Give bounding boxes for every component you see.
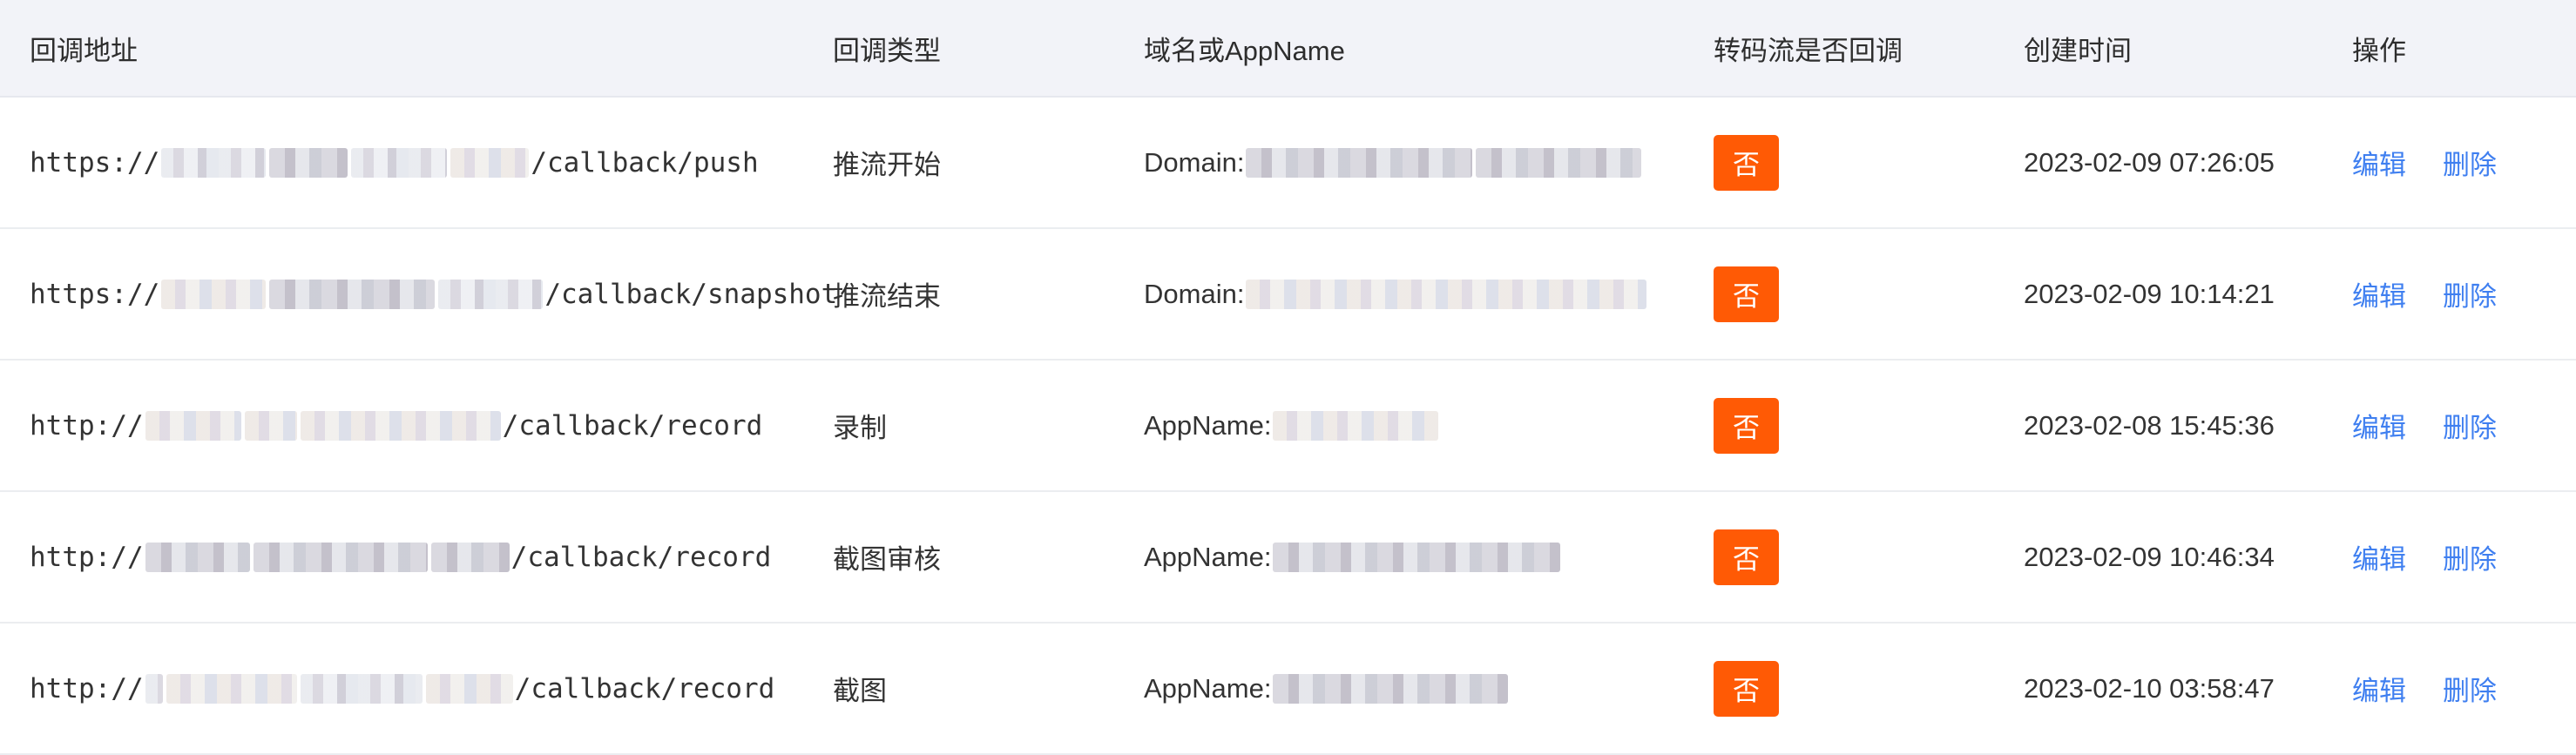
callback-type: 截图 xyxy=(833,676,887,706)
url-prefix: http:// xyxy=(30,541,144,573)
url-suffix: /callback/snapshot xyxy=(544,278,838,310)
edit-link[interactable]: 编辑 xyxy=(2352,143,2406,182)
delete-link[interactable]: 删除 xyxy=(2443,274,2497,313)
delete-link[interactable]: 删除 xyxy=(2443,537,2497,576)
transcode-cell: 否 xyxy=(1714,229,1779,359)
url-suffix: /callback/record xyxy=(510,541,772,573)
url-prefix: http:// xyxy=(30,409,144,442)
redacted-host xyxy=(145,410,241,441)
created-time: 2023-02-08 15:45:36 xyxy=(2024,409,2275,441)
created-time: 2023-02-09 07:26:05 xyxy=(2024,146,2275,178)
col-header-domain-or-appname: 域名或AppName xyxy=(1144,35,1345,66)
table-header: 回调地址 回调类型 域名或AppName 转码流是否回调 创建时间 操作 xyxy=(0,0,2576,98)
redacted-host xyxy=(145,673,163,704)
created-time: 2023-02-10 03:58:47 xyxy=(2024,672,2275,704)
callback-url: http:// /callback/record xyxy=(30,624,774,753)
domain-label: AppName: xyxy=(1144,541,1272,572)
domain-cell: Domain: xyxy=(1144,98,1643,227)
transcode-cell: 否 xyxy=(1714,492,1779,622)
delete-link[interactable]: 删除 xyxy=(2443,143,2497,182)
transcode-cell: 否 xyxy=(1714,624,1779,753)
col-header-created-time: 创建时间 xyxy=(2024,35,2132,66)
created-time: 2023-02-09 10:14:21 xyxy=(2024,278,2275,309)
callback-table: 回调地址 回调类型 域名或AppName 转码流是否回调 创建时间 操作 htt… xyxy=(0,0,2576,755)
redacted-host xyxy=(269,279,436,309)
redacted-host xyxy=(166,673,297,704)
domain-label: Domain: xyxy=(1144,278,1245,309)
callback-url: http:// /callback/record xyxy=(30,361,762,490)
table-row: http:// /callback/record 截图 AppName: 否 2… xyxy=(0,624,2576,755)
operations-cell: 编辑 删除 xyxy=(2352,98,2497,227)
edit-link[interactable]: 编辑 xyxy=(2352,537,2406,576)
delete-link[interactable]: 删除 xyxy=(2443,406,2497,445)
callback-type: 截图审核 xyxy=(833,544,941,575)
redacted-appname xyxy=(1273,542,1561,572)
domain-cell: AppName: xyxy=(1144,624,1510,753)
operations-cell: 编辑 删除 xyxy=(2352,492,2497,622)
redacted-host xyxy=(244,410,297,441)
col-header-callback-type: 回调类型 xyxy=(833,35,941,66)
table-row: https:// /callback/push 推流开始 Domain: 否 2… xyxy=(0,98,2576,229)
domain-label: AppName: xyxy=(1144,672,1272,704)
redacted-host xyxy=(145,542,250,572)
col-header-operations: 操作 xyxy=(2352,35,2406,66)
callback-url: https:// /callback/push xyxy=(30,98,759,227)
transcode-badge: 否 xyxy=(1714,134,1779,191)
redacted-domain xyxy=(1246,147,1473,178)
url-suffix: /callback/record xyxy=(514,672,775,704)
redacted-host xyxy=(161,279,267,309)
callback-type: 录制 xyxy=(833,413,887,443)
callback-url: https:// /callback/snapshot xyxy=(30,229,837,359)
redacted-appname xyxy=(1273,673,1509,704)
redacted-host xyxy=(430,542,510,572)
col-header-transcode-callback: 转码流是否回调 xyxy=(1714,35,1903,66)
transcode-badge: 否 xyxy=(1714,529,1779,585)
redacted-host xyxy=(300,673,423,704)
redacted-host xyxy=(351,147,448,178)
delete-link[interactable]: 删除 xyxy=(2443,669,2497,708)
domain-label: AppName: xyxy=(1144,409,1272,441)
edit-link[interactable]: 编辑 xyxy=(2352,406,2406,445)
url-prefix: https:// xyxy=(30,278,160,310)
table-row: http:// /callback/record 截图审核 AppName: 否… xyxy=(0,492,2576,624)
transcode-badge: 否 xyxy=(1714,266,1779,322)
domain-cell: Domain: xyxy=(1144,229,1648,359)
redacted-host xyxy=(425,673,513,704)
edit-link[interactable]: 编辑 xyxy=(2352,669,2406,708)
redacted-host xyxy=(450,147,530,178)
table-row: https:// /callback/snapshot 推流结束 Domain:… xyxy=(0,229,2576,361)
callback-url: http:// /callback/record xyxy=(30,492,771,622)
operations-cell: 编辑 删除 xyxy=(2352,624,2497,753)
redacted-domain xyxy=(1246,279,1647,309)
redacted-host xyxy=(253,542,428,572)
created-time: 2023-02-09 10:46:34 xyxy=(2024,541,2275,572)
transcode-badge: 否 xyxy=(1714,660,1779,717)
transcode-cell: 否 xyxy=(1714,361,1779,490)
operations-cell: 编辑 删除 xyxy=(2352,361,2497,490)
edit-link[interactable]: 编辑 xyxy=(2352,274,2406,313)
url-suffix: /callback/record xyxy=(502,409,763,442)
redacted-host xyxy=(161,147,267,178)
table-row: http:// /callback/record 录制 AppName: 否 2… xyxy=(0,361,2576,492)
callback-type: 推流开始 xyxy=(833,150,941,180)
redacted-host xyxy=(438,279,544,309)
transcode-cell: 否 xyxy=(1714,98,1779,227)
redacted-host xyxy=(269,147,348,178)
redacted-domain xyxy=(1476,147,1642,178)
url-prefix: https:// xyxy=(30,146,160,179)
col-header-callback-url: 回调地址 xyxy=(30,35,138,66)
redacted-appname xyxy=(1273,410,1439,441)
redacted-host xyxy=(300,410,501,441)
domain-cell: AppName: xyxy=(1144,361,1440,490)
domain-cell: AppName: xyxy=(1144,492,1562,622)
url-suffix: /callback/push xyxy=(531,146,759,179)
url-prefix: http:// xyxy=(30,672,144,704)
operations-cell: 编辑 删除 xyxy=(2352,229,2497,359)
callback-type: 推流结束 xyxy=(833,281,941,312)
transcode-badge: 否 xyxy=(1714,397,1779,454)
domain-label: Domain: xyxy=(1144,146,1245,178)
